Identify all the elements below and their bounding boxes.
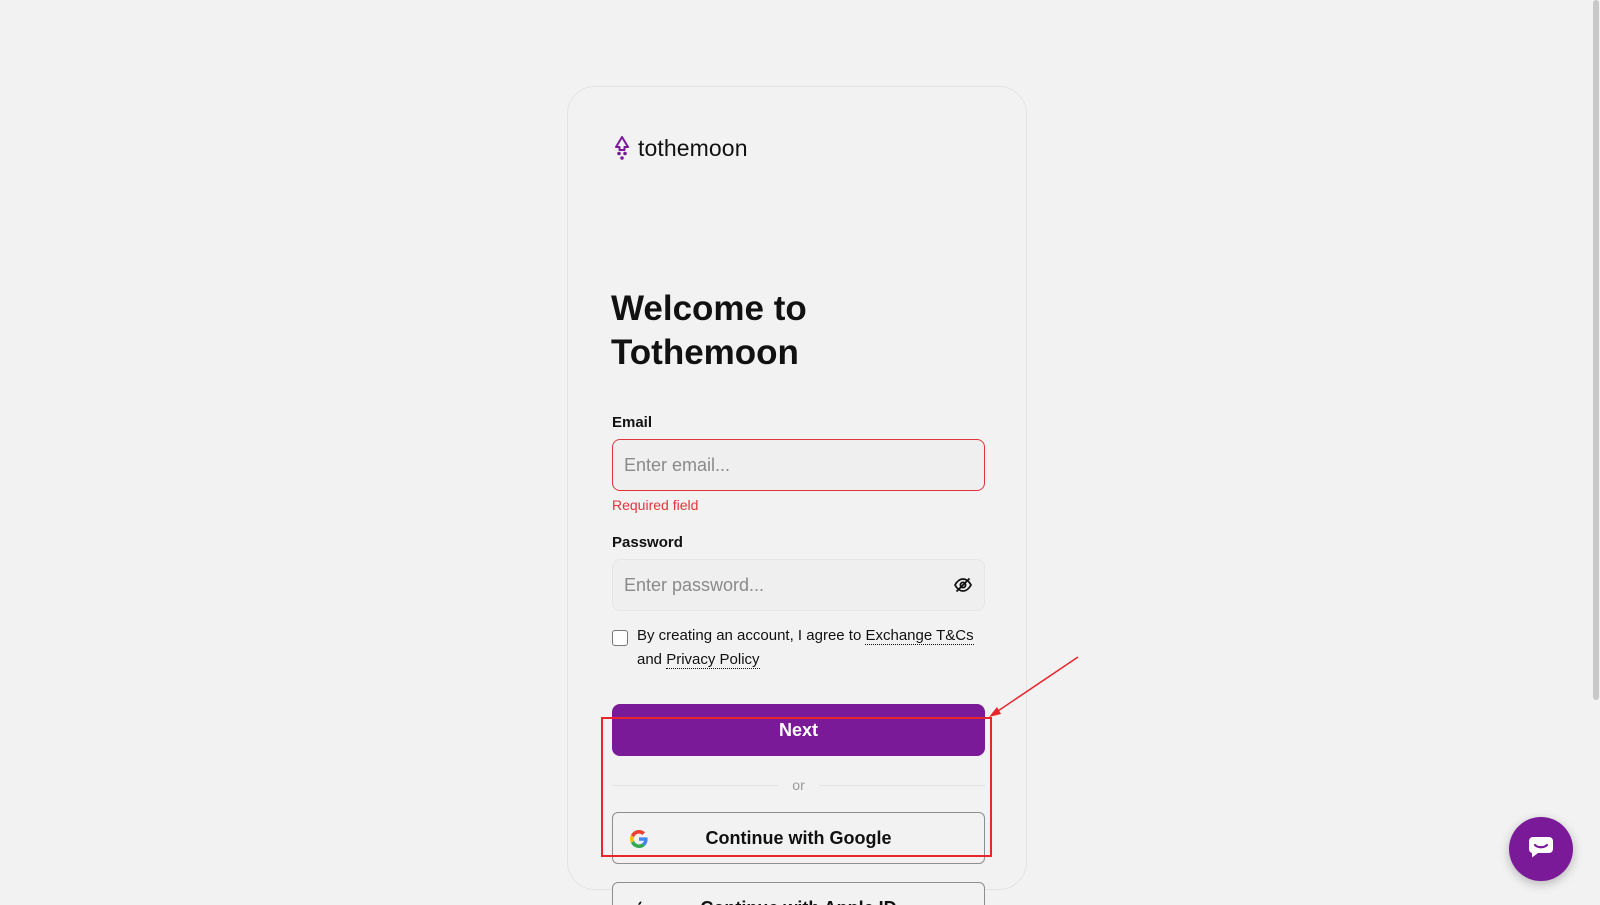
- divider-line-right: [818, 784, 986, 786]
- email-label: Email: [612, 414, 653, 431]
- google-icon: [629, 829, 649, 849]
- next-button[interactable]: Next: [612, 704, 985, 756]
- rocket-logo-icon: [612, 135, 632, 162]
- apple-button-label: Continue with Apple ID: [613, 883, 984, 905]
- divider-line-left: [612, 784, 779, 786]
- terms-checkbox[interactable]: [612, 630, 628, 646]
- exchange-tcs-link[interactable]: Exchange T&Cs: [865, 627, 974, 645]
- terms-agreement: By creating an account, I agree to Excha…: [612, 627, 992, 672]
- eye-off-icon[interactable]: [954, 577, 972, 593]
- terms-text-middle: and: [637, 651, 667, 668]
- scrollbar-thumb[interactable]: [1593, 0, 1599, 700]
- email-input[interactable]: [612, 439, 985, 491]
- terms-text: By creating an account, I agree to Excha…: [637, 624, 992, 672]
- terms-text-before: By creating an account, I agree to: [637, 627, 866, 644]
- page-title: Welcome to Tothemoon: [611, 287, 991, 375]
- divider-text: or: [792, 777, 805, 793]
- brand-logo[interactable]: tothemoon: [612, 135, 748, 162]
- password-input[interactable]: [612, 559, 985, 611]
- email-error-message: Required field: [612, 497, 699, 513]
- brand-name: tothemoon: [638, 135, 748, 161]
- google-button-label: Continue with Google: [705, 828, 892, 848]
- password-label: Password: [612, 534, 683, 551]
- or-divider: or: [612, 775, 986, 795]
- chat-icon: [1527, 834, 1555, 865]
- login-page: tothemoon Welcome to Tothemoon Email Req…: [0, 0, 1600, 905]
- privacy-policy-link[interactable]: Privacy Policy: [666, 651, 760, 669]
- scrollbar[interactable]: [1592, 0, 1600, 905]
- title-line-2: Tothemoon: [611, 333, 799, 372]
- login-card: tothemoon Welcome to Tothemoon Email Req…: [567, 86, 1027, 905]
- continue-with-google-button[interactable]: Continue with Google: [612, 812, 985, 864]
- apple-icon: [629, 899, 649, 905]
- chat-button[interactable]: [1509, 817, 1573, 881]
- continue-with-apple-button[interactable]: Continue with Apple ID: [612, 882, 985, 905]
- title-line-1: Welcome to: [611, 289, 807, 328]
